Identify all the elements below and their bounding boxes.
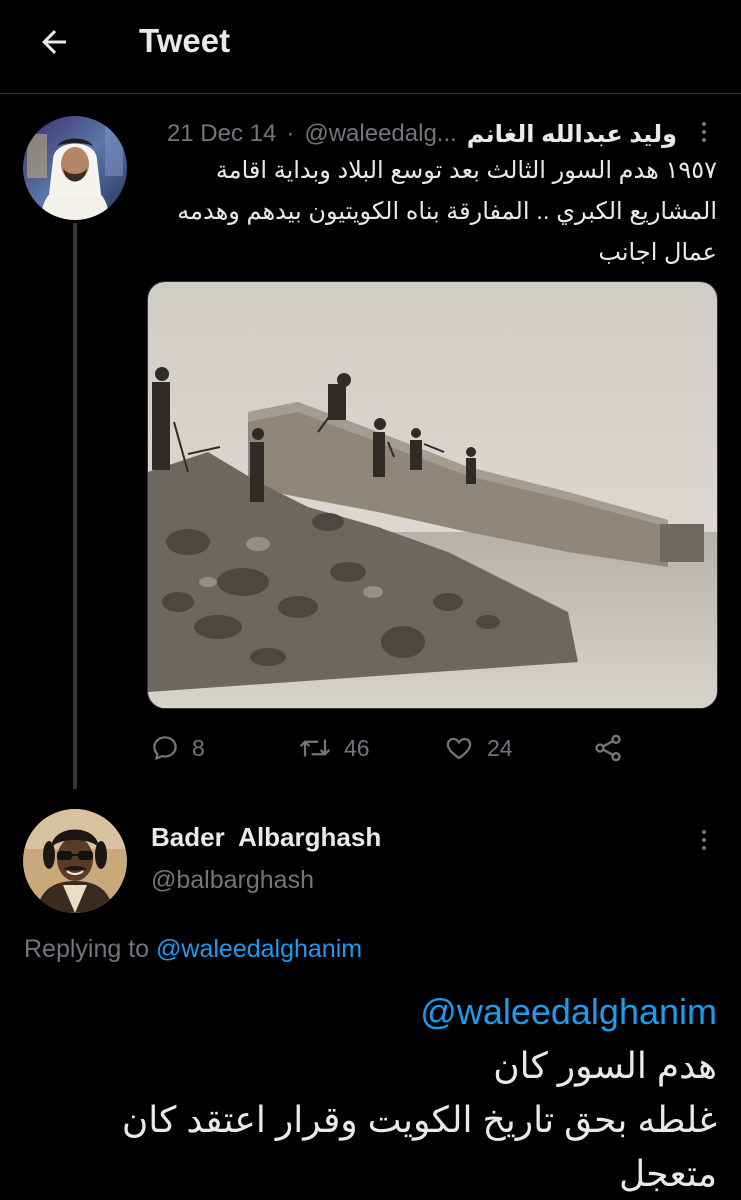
reply-text-line: هدم السور كان xyxy=(493,1045,717,1086)
more-icon xyxy=(702,830,706,834)
reply-icon xyxy=(153,736,177,760)
reply-text-line: غلطه بحق تاريخ الكويت وقرار اعتقد كان xyxy=(121,1099,717,1140)
reply-author-name[interactable]: Bader Albarghash xyxy=(151,822,381,853)
tweet-date[interactable]: 21 Dec 14 xyxy=(167,120,276,148)
like-action[interactable]: 24 xyxy=(443,728,513,768)
replying-to-mention[interactable]: @waleedalghanim xyxy=(156,935,362,963)
author-name[interactable]: وليد عبدالله الغانم xyxy=(467,120,677,149)
retweet-action[interactable]: 46 xyxy=(298,728,370,768)
reply-count: 8 xyxy=(192,734,205,761)
share-icon xyxy=(595,734,621,762)
reply-text-line: متعجل xyxy=(618,1153,717,1194)
like-count: 24 xyxy=(487,734,513,761)
replying-prefix: Replying to xyxy=(24,935,150,963)
tweet-text-line: ١٩٥٧ هدم السور الثالث بعد توسع البلاد وب… xyxy=(215,157,717,184)
tweet-photo[interactable] xyxy=(147,281,718,709)
top-bar: Tweet xyxy=(0,0,741,94)
like-icon xyxy=(446,737,472,760)
reply-author-handle[interactable]: @balbarghash xyxy=(151,866,314,895)
more-icon xyxy=(702,122,706,126)
retweet-count: 46 xyxy=(344,734,370,761)
page-title: Tweet xyxy=(139,22,231,59)
author-handle[interactable]: @waleedalg... xyxy=(304,120,456,148)
tweet-text: ١٩٥٧ هدم السور الثالث بعد توسع البلاد وب… xyxy=(137,150,717,273)
reply-text: @waleedalghanim هدم السور كان غلطه بحق ت… xyxy=(17,985,717,1200)
retweet-icon xyxy=(300,739,330,757)
reply-action[interactable]: 8 xyxy=(150,728,205,768)
reply-mention[interactable]: @waleedalghanim xyxy=(17,985,717,1039)
back-button[interactable] xyxy=(30,22,78,62)
tweet-text-line: المشاريع الكبري .. المفارقة بناه الكويتي… xyxy=(177,198,717,225)
tweet-text-line: عمال اجانب xyxy=(598,239,717,266)
thread-line xyxy=(73,223,77,789)
separator: · xyxy=(286,120,295,147)
tweet-more-button[interactable] xyxy=(692,117,716,147)
back-arrow-icon xyxy=(42,30,66,54)
reply-more-button[interactable] xyxy=(692,825,716,855)
reply-author-avatar[interactable] xyxy=(23,809,127,913)
author-avatar[interactable] xyxy=(23,116,127,220)
tweet-header: وليد عبدالله الغانم @waleedalg... · 21 D… xyxy=(117,116,677,152)
share-action[interactable] xyxy=(592,728,624,768)
replying-to: Replying to @waleedalghanim xyxy=(24,935,362,964)
